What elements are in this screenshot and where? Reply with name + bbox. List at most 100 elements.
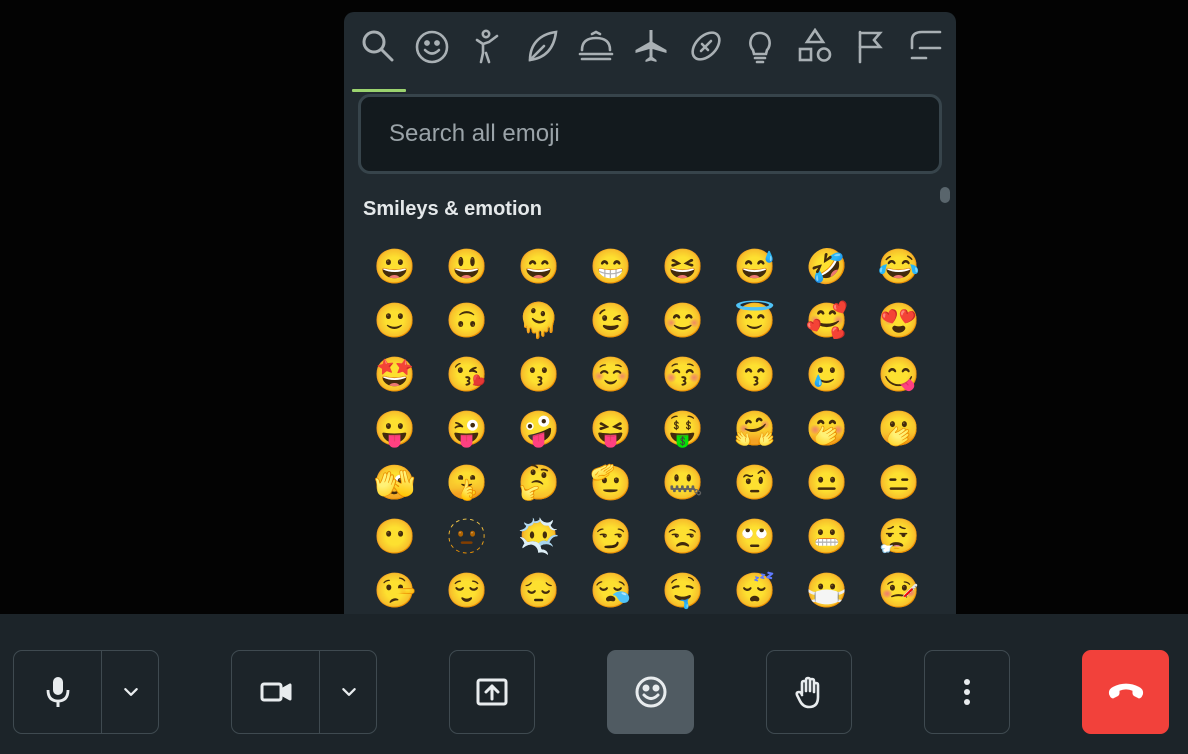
emoji-item[interactable]: 🤣: [791, 240, 863, 294]
leave-call-button[interactable]: [1082, 650, 1169, 734]
emoji-item[interactable]: 🤭: [791, 402, 863, 456]
emoji-item[interactable]: 😘: [431, 348, 503, 402]
emoji-item[interactable]: 😜: [431, 402, 503, 456]
emoji-item[interactable]: 😶‍🌫️: [503, 510, 575, 564]
emoji-item[interactable]: 😷: [791, 564, 863, 618]
category-tab-travel[interactable]: [623, 28, 679, 92]
emoji-item[interactable]: 😛: [359, 402, 431, 456]
emoji-item[interactable]: 🤩: [359, 348, 431, 402]
reactions-button[interactable]: [607, 650, 694, 734]
category-tabs: [344, 12, 956, 92]
raise-hand-button[interactable]: [766, 650, 852, 734]
emoji-item[interactable]: 🙂: [359, 294, 431, 348]
emoji-item[interactable]: 😍: [863, 294, 935, 348]
emoji-item[interactable]: 😅: [719, 240, 791, 294]
emoji-item[interactable]: 😃: [431, 240, 503, 294]
emoji-item[interactable]: 😁: [575, 240, 647, 294]
search-field: [358, 94, 942, 174]
emoji-item[interactable]: 😌: [431, 564, 503, 618]
category-tab-smileys[interactable]: [404, 28, 460, 92]
emoji-item[interactable]: 🤨: [719, 456, 791, 510]
emoji-item[interactable]: 😶: [359, 510, 431, 564]
emoji-item[interactable]: 🫡: [575, 456, 647, 510]
emoji-item[interactable]: 😔: [503, 564, 575, 618]
flag-icon: [858, 30, 883, 64]
category-tab-people[interactable]: [459, 28, 515, 92]
smiley-icon: [415, 30, 449, 64]
category-tab-activities[interactable]: [678, 28, 734, 92]
search-input[interactable]: [366, 102, 934, 166]
emoji-item[interactable]: 😐: [791, 456, 863, 510]
shapes-icon: [798, 28, 832, 62]
emoji-item[interactable]: 🤗: [719, 402, 791, 456]
emoji-item[interactable]: 🫢: [863, 402, 935, 456]
emoji-item[interactable]: 🥰: [791, 294, 863, 348]
emoji-item[interactable]: 🤫: [431, 456, 503, 510]
emoji-item[interactable]: 😏: [575, 510, 647, 564]
emoji-item[interactable]: 🙃: [431, 294, 503, 348]
category-tab-flags[interactable]: [842, 28, 898, 92]
camera-options-button[interactable]: [320, 651, 378, 733]
category-tab-search[interactable]: [350, 28, 406, 92]
category-tab-food[interactable]: [568, 28, 624, 92]
emoji-item[interactable]: 😪: [575, 564, 647, 618]
food-icon: [578, 30, 614, 61]
category-tab-symbols[interactable]: [787, 28, 843, 92]
camera-toggle-button[interactable]: [232, 651, 319, 733]
emoji-item[interactable]: 😇: [719, 294, 791, 348]
emoji-picker: Smileys & emotion 😀😃😄😁😆😅🤣😂 🙂🙃🫠😉😊😇🥰😍 🤩😘😗☺️😚…: [344, 12, 956, 628]
leaf-icon: [528, 30, 558, 62]
emoji-item[interactable]: 😝: [575, 402, 647, 456]
share-screen-button[interactable]: [449, 650, 535, 734]
emoji-item[interactable]: 😊: [647, 294, 719, 348]
airplane-icon: [635, 30, 667, 62]
hand-icon: [795, 676, 820, 709]
emoji-item[interactable]: 😴: [719, 564, 791, 618]
camera-control: [231, 650, 377, 734]
emoji-item[interactable]: 🤑: [647, 402, 719, 456]
more-options-button[interactable]: [924, 650, 1010, 734]
emoji-item[interactable]: 😋: [863, 348, 935, 402]
emoji-item[interactable]: 🫠: [503, 294, 575, 348]
search-icon: [362, 30, 394, 62]
emoji-item[interactable]: ☺️: [575, 348, 647, 402]
category-tab-objects[interactable]: [732, 28, 788, 92]
emoji-item[interactable]: 🤐: [647, 456, 719, 510]
emoji-item[interactable]: 😄: [503, 240, 575, 294]
emoji-item[interactable]: 🫥: [431, 510, 503, 564]
emoji-item[interactable]: 🙄: [719, 510, 791, 564]
microphone-control: [13, 650, 159, 734]
emoji-item[interactable]: 😑: [863, 456, 935, 510]
emoji-item[interactable]: 😒: [647, 510, 719, 564]
emoji-item[interactable]: 😮‍💨: [863, 510, 935, 564]
category-tab-custom[interactable]: [896, 28, 952, 92]
emoji-item[interactable]: 😙: [719, 348, 791, 402]
emoji-item[interactable]: 🤪: [503, 402, 575, 456]
custom-icon: [910, 30, 942, 60]
chevron-down-icon: [342, 688, 356, 696]
video-camera-icon: [260, 682, 291, 702]
emoji-item[interactable]: 🤥: [359, 564, 431, 618]
emoji-item[interactable]: 😆: [647, 240, 719, 294]
emoji-item[interactable]: 😗: [503, 348, 575, 402]
lightbulb-icon: [749, 31, 771, 64]
emoji-item[interactable]: 😬: [791, 510, 863, 564]
emoji-item[interactable]: 🤒: [863, 564, 935, 618]
mute-button[interactable]: [14, 651, 101, 733]
emoji-item[interactable]: 🤤: [647, 564, 719, 618]
emoji-item[interactable]: 😀: [359, 240, 431, 294]
more-vertical-icon: [964, 679, 970, 705]
category-tab-nature[interactable]: [514, 28, 570, 92]
emoji-item[interactable]: 😚: [647, 348, 719, 402]
football-icon: [691, 31, 721, 61]
emoji-grid: 😀 😃 😄 😁 😆 😅 🤣 😂 🙂 🙃 🫠 😉 😊 😇 🥰 😍 🤩 😘 😗 ☺️ 😚 😙 🥲 😋 😛 😜 🤪 😝 🤑 🤗 🤭 🫢 🫣 🤫 🤔 🫡 🤐 🤨 😐…: [359, 240, 935, 628]
emoji-item[interactable]: 🥲: [791, 348, 863, 402]
microphone-options-button[interactable]: [102, 651, 160, 733]
emoji-item[interactable]: 🫣: [359, 456, 431, 510]
emoji-item[interactable]: 🤔: [503, 456, 575, 510]
call-toolbar: [0, 614, 1188, 754]
emoji-item[interactable]: 😂: [863, 240, 935, 294]
emoji-item[interactable]: 😉: [575, 294, 647, 348]
scrollbar-thumb[interactable]: [940, 187, 950, 203]
person-icon: [475, 29, 499, 64]
